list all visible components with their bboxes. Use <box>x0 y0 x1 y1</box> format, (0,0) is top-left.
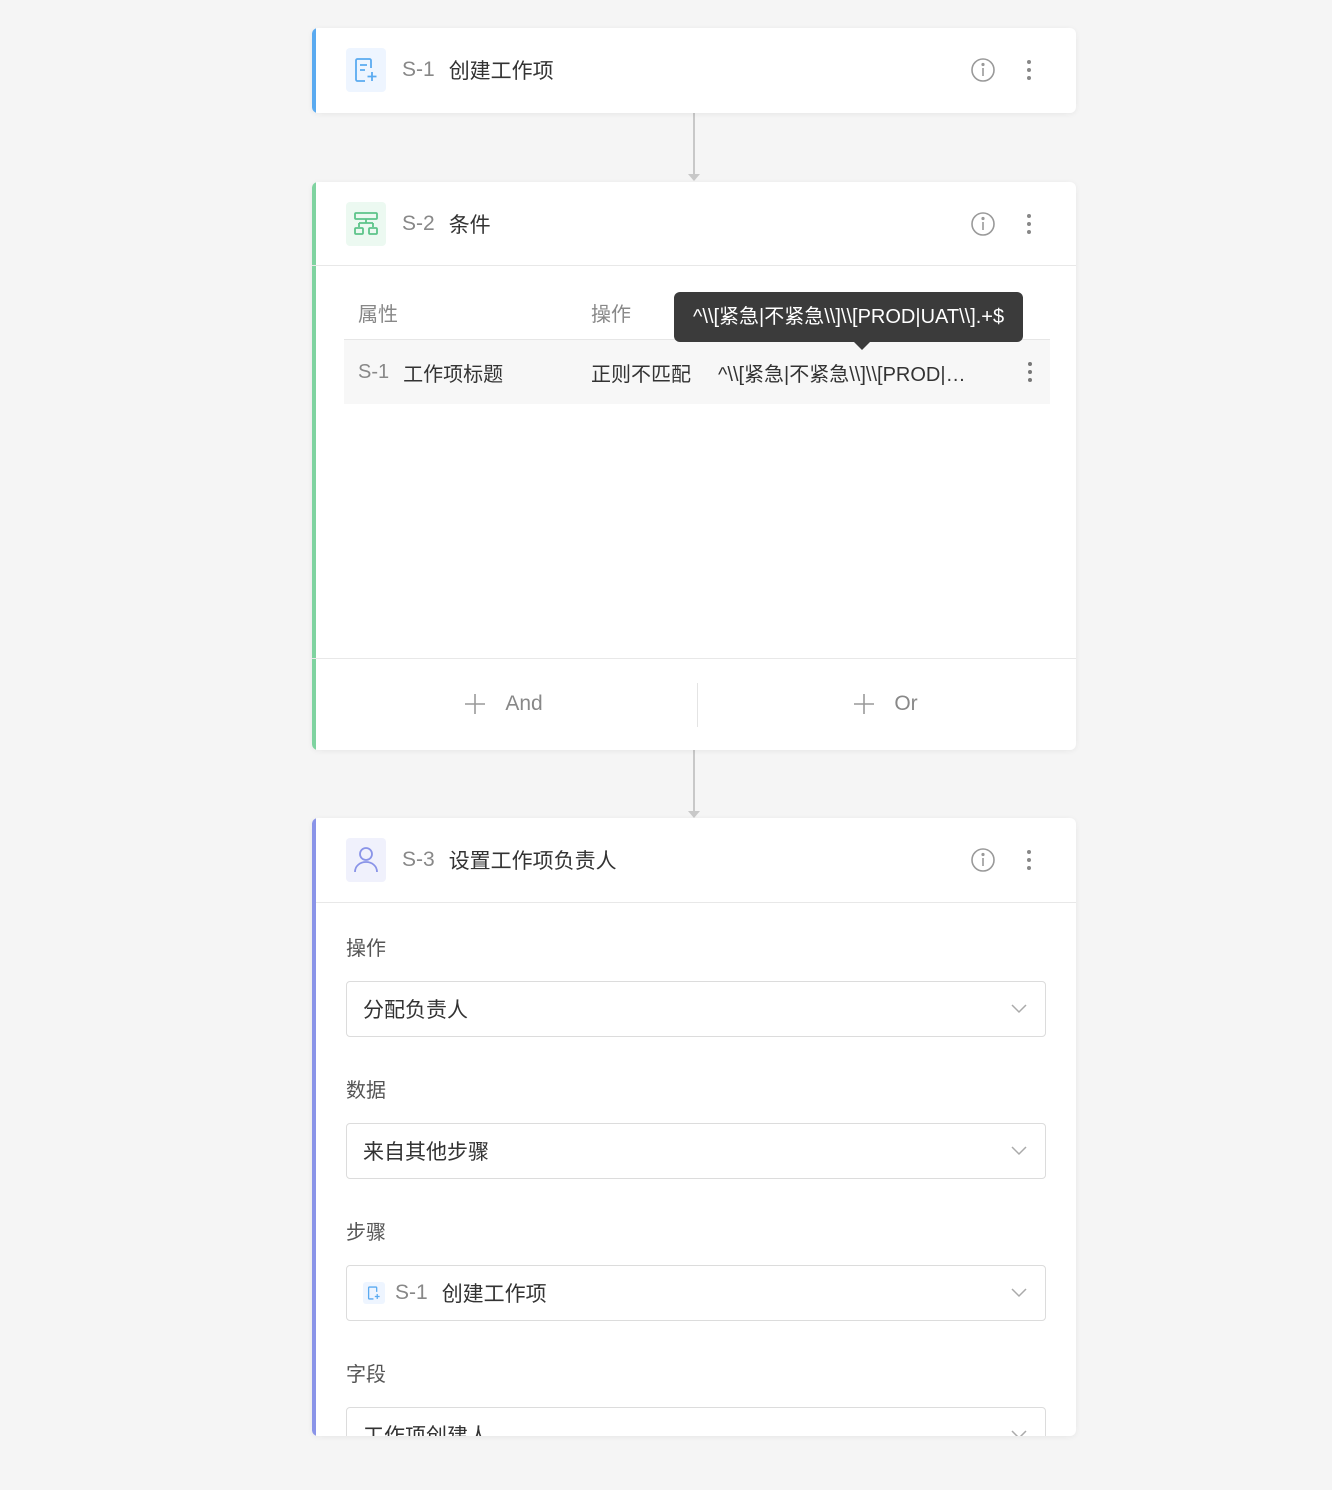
operation-select-value: 分配负责人 <box>363 999 468 1022</box>
step-select-id: S-1 <box>395 1281 428 1304</box>
more-vertical-icon[interactable] <box>1016 211 1042 237</box>
connector-arrow-2 <box>688 811 700 818</box>
operation-label: 操作 <box>346 938 386 960</box>
table-row[interactable]: S-1 工作项标题 正则不匹配 ^\\[紧急|不紧急\\]\\[PROD|UAT… <box>344 340 1050 404</box>
and-label: And <box>505 691 543 715</box>
condition-footer: And Or <box>312 658 1076 748</box>
step-id: S-2 <box>402 211 435 235</box>
card-accent-bar <box>312 818 316 1436</box>
condition-table-area: 属性 操作 S-1 工作项标题 正则不匹配 ^\\[紧急|不紧急\\]\\[PR… <box>312 266 1076 658</box>
header-attribute: 属性 <box>358 304 398 326</box>
row-attribute: S-1 工作项标题 <box>344 358 591 387</box>
user-icon <box>346 838 386 882</box>
data-label: 数据 <box>346 1080 386 1102</box>
row-value: ^\\[紧急|不紧急\\]\\[PROD|UAT\\].+$ <box>718 363 980 386</box>
condition-branch-icon <box>346 201 386 246</box>
field-label: 字段 <box>346 1364 386 1386</box>
step-select[interactable]: S-1 创建工作项 <box>346 1265 1046 1321</box>
create-item-icon <box>346 48 386 92</box>
info-icon[interactable] <box>970 211 996 237</box>
card-header: S-2 条件 <box>312 182 1076 266</box>
data-source-select[interactable]: 来自其他步骤 <box>346 1123 1046 1179</box>
card-header: S-3 设置工作项负责人 <box>312 818 1076 902</box>
row-field-name: 工作项标题 <box>403 363 504 386</box>
row-more-vertical-icon[interactable] <box>1010 361 1050 383</box>
step-card-condition[interactable]: S-2 条件 属性 操作 S-1 工作项标题 正则不匹配 ^\\[紧急|不紧急\… <box>312 182 1076 750</box>
step-label: 步骤 <box>346 1222 386 1244</box>
info-icon[interactable] <box>970 57 996 83</box>
add-and-button[interactable]: And <box>312 659 694 748</box>
add-or-button[interactable]: Or <box>694 659 1076 748</box>
card-header: S-1 创建工作项 <box>312 28 1076 112</box>
chevron-down-icon <box>1011 1288 1027 1298</box>
step-card-assign[interactable]: S-3 设置工作项负责人 操作 分配负责人 数据 来自其他步骤 步骤 S-1 创… <box>312 818 1076 1436</box>
step-id: S-3 <box>402 848 435 871</box>
plus-icon <box>465 693 486 714</box>
field-select-value: 工作项创建人 <box>363 1420 489 1436</box>
row-operation: 正则不匹配 <box>591 363 691 386</box>
row-step-id: S-1 <box>358 360 390 383</box>
footer-divider <box>697 683 698 727</box>
connector-line-1 <box>693 113 695 175</box>
data-source-select-value: 来自其他步骤 <box>363 1141 489 1164</box>
step-title: 创建工作项 <box>448 60 554 83</box>
plus-icon <box>854 693 875 714</box>
step-select-title: 创建工作项 <box>441 1283 547 1306</box>
create-item-icon <box>363 1282 385 1304</box>
connector-line-2 <box>693 750 695 812</box>
field-select[interactable]: 工作项创建人 <box>346 1407 1046 1436</box>
chevron-down-icon <box>1011 1004 1027 1014</box>
step-card-create[interactable]: S-1 创建工作项 <box>312 28 1076 113</box>
assign-form: 操作 分配负责人 数据 来自其他步骤 步骤 S-1 创建工作项 字段 <box>312 902 1076 1436</box>
chevron-down-icon <box>1011 1430 1027 1436</box>
more-vertical-icon[interactable] <box>1016 847 1042 873</box>
step-title: 条件 <box>448 213 491 237</box>
step-title: 设置工作项负责人 <box>448 850 617 873</box>
or-label: Or <box>894 691 918 715</box>
chevron-down-icon <box>1011 1146 1027 1156</box>
connector-arrow-1 <box>688 174 700 181</box>
more-vertical-icon[interactable] <box>1016 57 1042 83</box>
step-id: S-1 <box>402 58 435 81</box>
info-icon[interactable] <box>970 847 996 873</box>
value-tooltip: ^\\[紧急|不紧急\\]\\[PROD|UAT\\].+$ <box>674 292 1024 350</box>
operation-select[interactable]: 分配负责人 <box>346 981 1046 1037</box>
